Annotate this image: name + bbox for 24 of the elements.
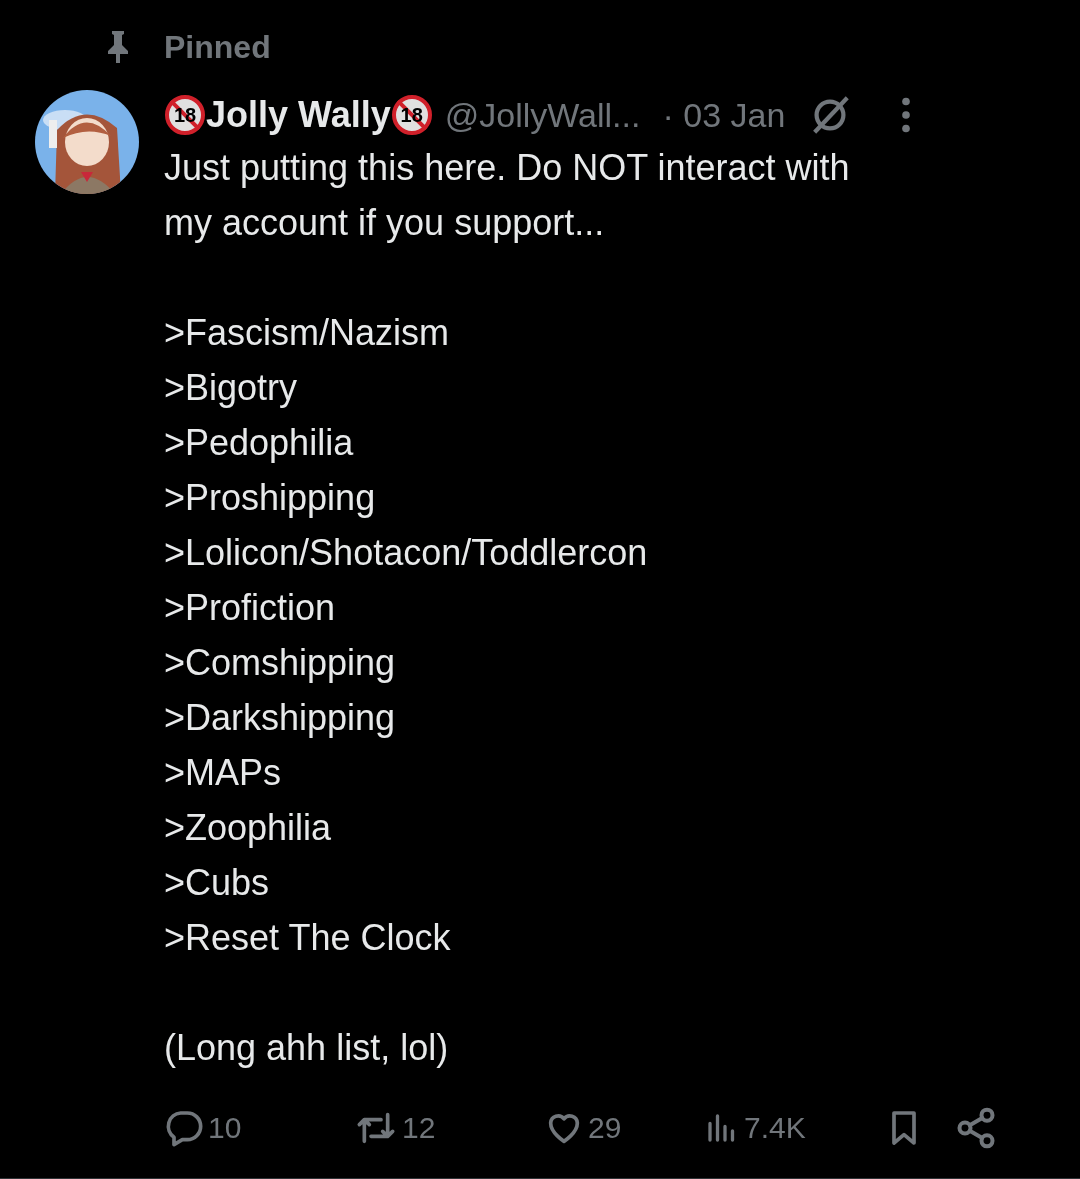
list-item: >Bigotry (164, 366, 299, 410)
user-handle[interactable]: @JollyWall... (444, 89, 641, 141)
action-count: 29 (588, 1110, 622, 1146)
list-item: >Reset The Clock (164, 916, 452, 960)
list-item: >Zoophilia (164, 806, 333, 850)
action-count: 12 (402, 1110, 436, 1146)
list-item: >Proshipping (164, 476, 377, 520)
list-item: >Profiction (164, 586, 337, 630)
list-item: >Lolicon/Shotacon/Toddlercon (164, 531, 649, 575)
list-item: >Cubs (164, 861, 271, 905)
list-item: >Fascism/Nazism (164, 311, 451, 355)
list-item: >Comshipping (164, 641, 397, 685)
list-item: >Darkshipping (164, 696, 397, 740)
list-item: >Pedophilia (164, 421, 355, 465)
pinned-label: Pinned (164, 28, 271, 67)
more-options-icon[interactable] (901, 97, 912, 133)
display-name[interactable]: Jolly Wally (206, 97, 391, 133)
action-count: 10 (208, 1110, 242, 1146)
post-text-line: Just putting this here. Do NOT interact with (164, 146, 851, 190)
post-text-line: my account if you support... (164, 201, 606, 245)
list-item: >MAPs (164, 751, 283, 795)
post-date[interactable]: · 03 Jan (662, 89, 786, 141)
post-text-line: (Long ahh list, lol) (164, 1026, 450, 1070)
action-count: 7.4K (744, 1110, 806, 1146)
